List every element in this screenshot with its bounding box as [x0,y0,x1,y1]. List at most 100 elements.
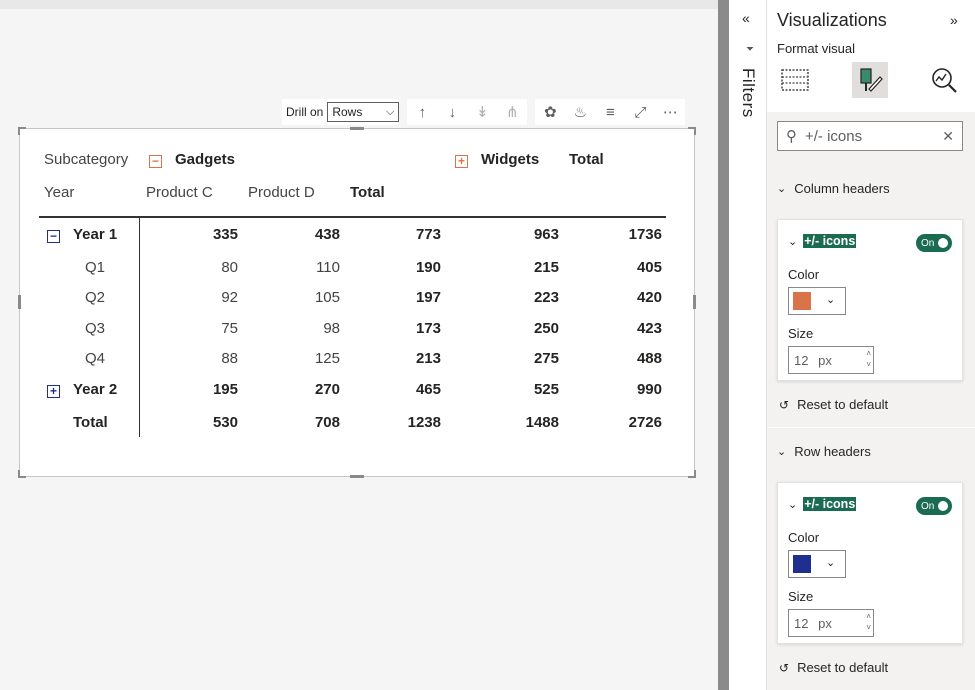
column-header-product-d[interactable]: Product D [248,184,315,201]
column-header-gadgets[interactable]: Gadgets [175,151,235,168]
section-column-headers[interactable]: ⌄ Column headers [777,181,890,196]
format-search-box[interactable]: ⚲ +/- icons ✕ [777,121,963,151]
row-header-divider [139,218,140,437]
focus-mode-button[interactable]: ⤢ [625,99,656,125]
column-headers-icons-card: ⌄ +/- icons On Color ⌄ Size 12 px ˄ ˅ [777,219,963,381]
format-visual-tab[interactable] [852,62,888,98]
toolbar-gap [399,99,408,125]
matrix-table: Subcategory − Gadgets + Widgets Total Ye… [20,129,696,478]
cell-product-d: 98 [323,320,340,337]
toggle-knob [938,238,948,248]
row-label[interactable]: Year 1 [73,226,117,243]
canvas-scrollbar[interactable] [718,0,729,690]
more-options-button[interactable]: ⋯ [655,99,686,125]
toggle-label: On [921,500,935,512]
column-icon-size-input[interactable]: 12 px ˄ ˅ [788,346,874,374]
cell-product-d: 270 [314,381,340,398]
cell-product-c: 80 [221,259,238,276]
visualizations-pane: Visualizations » Format visual ⚲ +/- ico… [767,0,975,690]
column-header-gadgets-total[interactable]: Total [350,184,385,201]
collapse-row-icon[interactable]: − [47,230,60,243]
row-headers-reset-button[interactable]: ↺ Reset to default [779,660,888,675]
cell-widgets: 250 [533,320,559,337]
row-icons-toggle[interactable]: On [916,497,952,515]
drill-down-button[interactable]: ↓ [437,99,468,125]
visual-header-toolbar: Drill on Rows ⌵ ↑ ↓ ↡ ⋔ ✿ ♨ ≡ ⤢ ⋯ [282,99,686,125]
search-input[interactable]: +/- icons [805,128,862,145]
expand-next-level-button[interactable]: ⋔ [497,99,528,125]
collapse-column-icon[interactable]: − [149,155,162,168]
report-canvas[interactable]: Drill on Rows ⌵ ↑ ↓ ↡ ⋔ ✿ ♨ ≡ ⤢ ⋯ Subcat… [0,0,718,690]
card-title[interactable]: ⌄ +/- icons [788,234,857,248]
column-header-total[interactable]: Total [569,151,604,168]
expand-row-icon[interactable]: + [47,385,60,398]
double-chevron-left-icon[interactable]: « [742,10,750,26]
drill-up-button[interactable]: ↑ [407,99,438,125]
active-tab-indicator [852,101,888,104]
pin-visual-button[interactable]: ✿ [535,99,566,125]
reset-icon: ↺ [779,660,790,675]
cell-product-d: 105 [314,289,340,306]
paint-brush-icon [860,68,883,92]
row-icon-size-input[interactable]: 12 px ˄ ˅ [788,609,874,637]
card-title[interactable]: ⌄ +/- icons [788,497,857,511]
chevron-down-icon: ⌄ [777,183,787,195]
cell-product-d: 708 [314,414,340,431]
double-arrow-down-icon: ↡ [476,104,489,121]
drill-on-select[interactable]: Rows ⌵ [327,102,400,122]
cell-product-c: 530 [212,414,238,431]
table-grid-icon [781,69,809,91]
column-header-widgets[interactable]: Widgets [481,151,539,168]
filter-button[interactable]: ≡ [595,99,626,125]
filters-pane-label[interactable]: Filters [738,68,758,118]
chevron-down-icon: ⌄ [777,446,787,458]
chevron-down-icon: ⌄ [826,557,836,569]
row-header-year: Year [44,184,75,201]
go-to-next-level-button[interactable]: ↡ [467,99,498,125]
bell-icon: ♨ [573,104,588,121]
row-icon-color-picker[interactable]: ⌄ [788,550,846,578]
row-label[interactable]: Q1 [85,259,105,276]
column-headers-reset-button[interactable]: ↺ Reset to default [779,397,888,412]
row-label[interactable]: Q3 [85,320,105,337]
filter-lines-icon: ≡ [605,103,615,121]
size-label: Size [788,589,814,604]
analytics-tab[interactable] [926,62,962,98]
toolbar-gap [527,99,536,125]
cell-product-c: 92 [221,289,238,306]
expand-column-icon[interactable]: + [455,155,468,168]
row-label[interactable]: Q4 [85,350,105,367]
row-label[interactable]: Q2 [85,289,105,306]
cell-gadgets-total: 173 [415,320,441,337]
double-chevron-right-icon[interactable]: » [950,12,958,28]
cell-widgets: 525 [533,381,559,398]
visualizations-header: Visualizations » Format visual [767,0,975,112]
cell-widgets: 223 [533,289,559,306]
build-visual-tab[interactable] [777,62,813,98]
matrix-visual[interactable]: Subcategory − Gadgets + Widgets Total Ye… [18,127,696,478]
color-swatch [793,555,811,573]
cell-gadgets-total: 465 [415,381,441,398]
column-icons-toggle[interactable]: On [916,234,952,252]
cell-product-c: 195 [212,381,238,398]
filter-icon: ⏷ [746,44,754,55]
column-icon-color-picker[interactable]: ⌄ [788,287,846,315]
spinner-icon[interactable]: ˄ ˅ [866,611,871,633]
column-header-product-c[interactable]: Product C [146,184,213,201]
cell-product-c: 88 [221,350,238,367]
cell-product-c: 75 [221,320,238,337]
spinner-icon[interactable]: ˄ ˅ [866,348,871,370]
filters-pane[interactable]: « ⏷ Filters [729,0,767,690]
section-row-headers[interactable]: ⌄ Row headers [777,444,871,459]
drill-on-label: Drill on [286,105,324,119]
alert-button[interactable]: ♨ [565,99,596,125]
card-title-label: +/- icons [803,234,857,248]
close-icon[interactable]: ✕ [942,128,954,145]
ellipsis-icon: ⋯ [662,104,678,121]
arrow-down-icon: ↓ [448,103,457,121]
reset-icon: ↺ [779,397,790,412]
chevron-down-icon: ⌄ [788,498,798,511]
section-divider [767,427,975,428]
canvas-top-bar [0,0,718,9]
row-label[interactable]: Year 2 [73,381,117,398]
